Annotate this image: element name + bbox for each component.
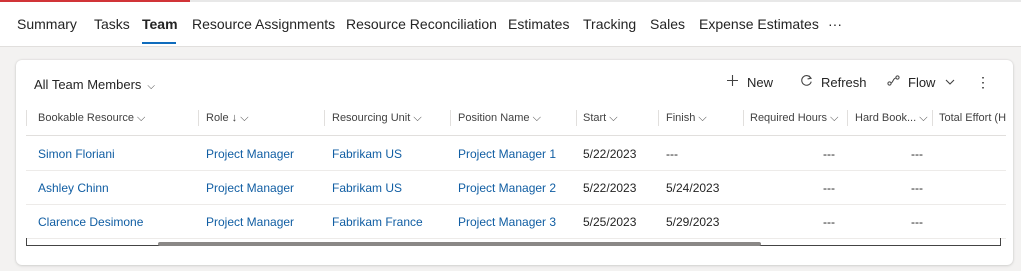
tab-tasks[interactable]: Tasks [94, 16, 130, 32]
column-divider [324, 110, 325, 126]
role-link[interactable]: Project Manager [206, 147, 294, 161]
column-header-total-effort[interactable]: Total Effort (H [939, 112, 1006, 124]
resourcing-unit-link[interactable]: Fabrikam France [332, 215, 423, 229]
start-date: 5/25/2023 [583, 215, 637, 229]
scrollbar-thumb[interactable] [158, 242, 761, 246]
column-header-position-name[interactable]: Position Name ⌵ [458, 112, 573, 125]
view-selector[interactable]: All Team Members ⌵ [34, 77, 155, 92]
column-header-bookable-resource[interactable]: Bookable Resource ⌵ [38, 112, 198, 125]
tab-overflow-more[interactable]: ··· [828, 16, 842, 32]
scrollbar-right-edge [1000, 238, 1001, 246]
column-header-required-hours[interactable]: Required Hours ⌵ [750, 112, 845, 125]
tab-bar: Summary Tasks Team Resource Assignments … [0, 2, 1021, 47]
finish-date: 5/29/2023 [666, 215, 720, 229]
chevron-down-icon: ⌵ [147, 81, 155, 92]
resourcing-unit-link[interactable]: Fabrikam US [332, 147, 402, 161]
table-row[interactable]: Simon Floriani Project Manager Fabrikam … [26, 137, 1006, 171]
bookable-resource-link[interactable]: Ashley Chinn [38, 181, 109, 195]
column-divider [932, 110, 933, 126]
more-commands-button[interactable]: ⋮ [976, 74, 990, 91]
required-hours: --- [823, 215, 835, 229]
required-hours: --- [823, 147, 835, 161]
tab-resource-assignments[interactable]: Resource Assignments [192, 16, 335, 32]
start-date: 5/22/2023 [583, 147, 637, 161]
refresh-button-label: Refresh [821, 75, 867, 90]
column-header-resourcing-unit[interactable]: Resourcing Unit ⌵ [332, 112, 447, 125]
table-row[interactable]: Ashley Chinn Project Manager Fabrikam US… [26, 171, 1006, 205]
bookable-resource-link[interactable]: Clarence Desimone [38, 215, 143, 229]
resourcing-unit-link[interactable]: Fabrikam US [332, 181, 402, 195]
tab-resource-reconciliation[interactable]: Resource Reconciliation [346, 16, 497, 32]
column-divider [743, 110, 744, 126]
position-name-link[interactable]: Project Manager 1 [458, 147, 556, 161]
hard-booked-hours: --- [911, 181, 923, 195]
hard-booked-hours: --- [911, 147, 923, 161]
plus-icon [726, 74, 739, 90]
flow-button-label: Flow [908, 75, 936, 90]
new-button[interactable]: New [726, 74, 773, 90]
column-divider [198, 110, 199, 126]
team-members-grid-card: All Team Members ⌵ New Refresh Flow ⋮ Boo… [16, 60, 1013, 265]
horizontal-scrollbar[interactable] [26, 238, 1001, 246]
column-header-role[interactable]: Role ↓ ⌵ [206, 112, 316, 125]
new-button-label: New [747, 75, 774, 90]
position-name-link[interactable]: Project Manager 3 [458, 215, 556, 229]
bookable-resource-link[interactable]: Simon Floriani [38, 147, 115, 161]
tab-expense-estimates[interactable]: Expense Estimates [699, 16, 819, 32]
column-header-finish[interactable]: Finish ⌵ [666, 112, 741, 125]
flow-chevron-down-icon [945, 75, 955, 90]
position-name-link[interactable]: Project Manager 2 [458, 181, 556, 195]
tab-estimates[interactable]: Estimates [508, 16, 569, 32]
more-vertical-icon: ⋮ [976, 74, 990, 90]
column-divider [26, 110, 27, 126]
required-hours: --- [823, 181, 835, 195]
tab-tracking[interactable]: Tracking [583, 16, 636, 32]
tab-team[interactable]: Team [142, 16, 178, 32]
column-divider [847, 110, 848, 126]
table-row[interactable]: Clarence Desimone Project Manager Fabrik… [26, 205, 1006, 239]
column-header-hard-booked[interactable]: Hard Book... ⌵ [855, 112, 933, 125]
tab-sales[interactable]: Sales [650, 16, 685, 32]
active-tab-indicator [142, 42, 176, 44]
grid-header-row: Bookable Resource ⌵ Role ↓ ⌵ Resourcing … [26, 100, 1006, 136]
column-header-start[interactable]: Start ⌵ [583, 112, 653, 125]
finish-date: 5/24/2023 [666, 181, 720, 195]
start-date: 5/22/2023 [583, 181, 637, 195]
flow-button[interactable]: Flow [887, 74, 955, 90]
column-divider [576, 110, 577, 126]
refresh-button[interactable]: Refresh [800, 74, 867, 90]
hard-booked-hours: --- [911, 215, 923, 229]
view-title-label: All Team Members [34, 77, 142, 92]
column-divider [658, 110, 659, 126]
flow-icon [887, 74, 900, 90]
tab-summary[interactable]: Summary [17, 16, 77, 32]
finish-date: --- [666, 147, 678, 161]
refresh-icon [800, 74, 813, 90]
column-divider [450, 110, 451, 126]
role-link[interactable]: Project Manager [206, 215, 294, 229]
role-link[interactable]: Project Manager [206, 181, 294, 195]
